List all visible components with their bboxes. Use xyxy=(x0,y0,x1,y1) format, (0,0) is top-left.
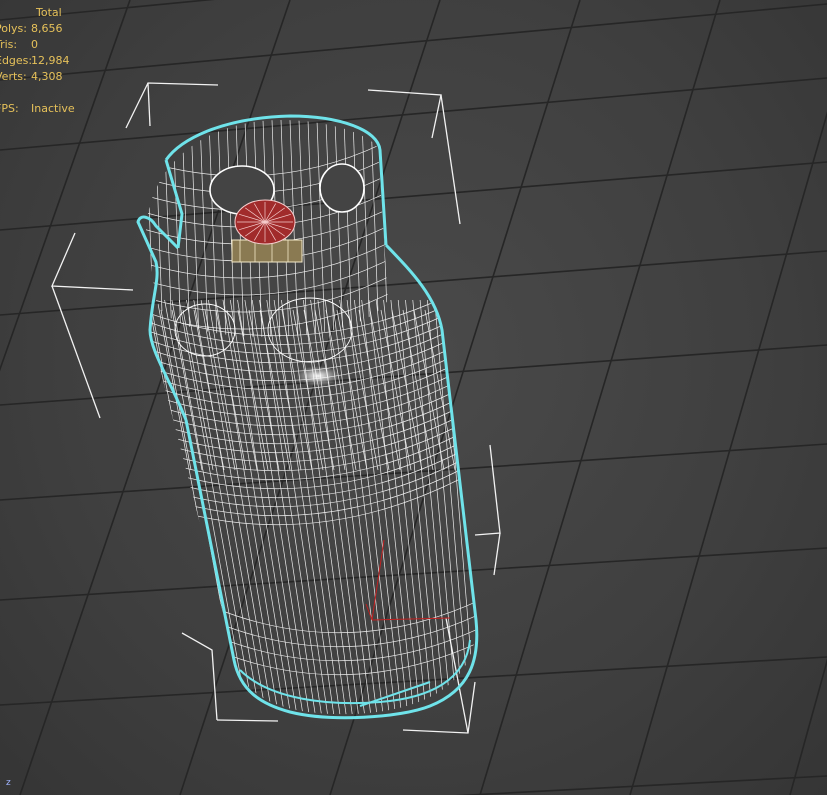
fps-value: Inactive xyxy=(31,102,75,115)
gas-cylinder-mesh[interactable] xyxy=(136,114,480,720)
stats-header: Total xyxy=(36,6,62,19)
tris-value: 0 xyxy=(31,38,38,51)
tris-label: Tris: xyxy=(0,38,18,51)
verts-label: Verts: xyxy=(0,70,27,83)
axis-tripod-z-label: z xyxy=(6,778,11,788)
viewport-scene[interactable] xyxy=(0,0,827,795)
viewport-statistics: Total Polys: 8,656 Tris: 0 Edges: 12,984… xyxy=(0,5,75,117)
perspective-viewport[interactable]: Total Polys: 8,656 Tris: 0 Edges: 12,984… xyxy=(0,0,827,795)
verts-value: 4,308 xyxy=(31,70,63,83)
home-grid xyxy=(0,0,827,795)
edges-value: 12,984 xyxy=(31,54,70,67)
pivot-gizmo xyxy=(365,539,451,621)
selection-outline xyxy=(136,114,479,720)
fps-label: FPS: xyxy=(0,102,19,115)
edges-label: Edges: xyxy=(0,54,33,67)
valve-handwheel xyxy=(231,199,303,263)
polys-label: Polys: xyxy=(0,22,27,35)
polys-value: 8,656 xyxy=(31,22,63,35)
